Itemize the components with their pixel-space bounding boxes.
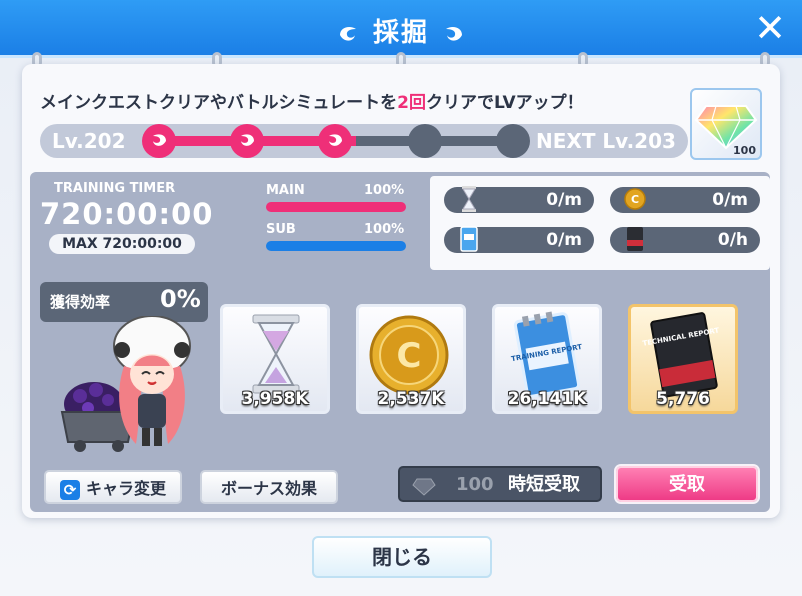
- change-character-label: キャラ変更: [85, 479, 166, 498]
- resource-card-coin[interactable]: C 2,537K: [356, 304, 466, 414]
- timer-max: MAX 720:00:00: [49, 234, 195, 254]
- mission-highlight: 2回: [397, 93, 427, 113]
- rate-hourglass: 0/m: [444, 186, 594, 213]
- bonus-effect-label: ボーナス効果: [220, 479, 317, 498]
- resource-qty-training-report: 26,141K: [507, 389, 587, 409]
- wing-left-icon: [339, 26, 356, 41]
- gauge-sub-percent: 100%: [364, 222, 405, 237]
- header-bar: 採掘 ✕: [0, 0, 802, 58]
- timer-value: 720:00:00: [40, 197, 214, 231]
- timer-label: TRAINING TIMER: [54, 181, 176, 196]
- time-skip-button[interactable]: 100 時短受取: [398, 466, 602, 502]
- gauge-main-percent: 100%: [364, 183, 405, 198]
- mission-text-after: クリアでLVアップ！: [426, 93, 584, 113]
- character-mining-illustration: [60, 316, 191, 452]
- rate-technical-report-value: 0/h: [717, 230, 748, 250]
- bonus-effect-button[interactable]: ボーナス効果: [200, 470, 338, 504]
- sync-icon: ⟳: [59, 479, 80, 500]
- wing-right-icon: [446, 26, 463, 41]
- technical-report-icon: TECHNICAL REPORT: [642, 312, 720, 398]
- efficiency-value: 0%: [160, 285, 201, 313]
- current-level: Lv.202: [52, 129, 126, 153]
- hourglass-icon: [252, 314, 300, 394]
- page-title: 採掘: [372, 18, 429, 48]
- mission-text: メインクエストクリアやバトルシミュレートを2回クリアでLVアップ！: [40, 88, 584, 113]
- rate-technical-report: 0/h: [610, 227, 760, 253]
- resource-card-training-report[interactable]: TRAINING REPORT 26,141K: [492, 304, 602, 414]
- resource-card-technical-report[interactable]: TECHNICAL REPORT 5,776: [628, 304, 738, 414]
- wing-icon: [329, 134, 342, 146]
- mission-text-before: メインクエストクリアやバトルシミュレートを: [40, 93, 398, 113]
- close-icon[interactable]: ✕: [750, 9, 790, 50]
- svg-text:C: C: [397, 336, 422, 376]
- receive-label: 受取: [669, 474, 705, 495]
- resource-qty-coin: 2,537K: [377, 389, 445, 409]
- rate-training-report-value: 0/m: [546, 230, 582, 250]
- level-step-node: [496, 124, 530, 158]
- time-skip-cost: 100: [456, 474, 494, 495]
- rate-coin-value: 0/m: [712, 190, 748, 210]
- time-skip-label: 時短受取: [508, 474, 580, 495]
- wing-icon: [241, 134, 254, 146]
- level-step-node: [318, 124, 352, 158]
- rainbow-gem-icon: [694, 105, 758, 150]
- level-reward-item[interactable]: 100: [690, 88, 762, 160]
- rate-training-report: 0/m: [444, 226, 594, 253]
- hourglass-icon: [462, 186, 476, 212]
- page-title-wrap: 採掘: [0, 12, 802, 49]
- level-step-node: [230, 124, 264, 158]
- gauge-main-label: MAIN: [266, 183, 305, 198]
- next-level: NEXT Lv.203: [536, 129, 676, 153]
- gauge-sub-label: SUB: [266, 222, 296, 237]
- rate-hourglass-value: 0/m: [546, 190, 582, 210]
- gauge-sub-bar: [266, 241, 406, 251]
- close-button[interactable]: 閉じる: [312, 536, 492, 578]
- gem-icon: [412, 478, 436, 496]
- resource-card-hourglass[interactable]: 3,958K: [220, 304, 330, 414]
- resource-qty-hourglass: 3,958K: [241, 389, 309, 409]
- level-step-node: [408, 124, 442, 158]
- coin-icon: C: [624, 188, 646, 210]
- coin-icon: C: [369, 315, 449, 395]
- wing-icon: [153, 134, 166, 146]
- receive-button[interactable]: 受取: [616, 466, 758, 502]
- close-button-label: 閉じる: [372, 545, 432, 569]
- training-report-icon: [460, 226, 478, 252]
- svg-text:C: C: [631, 193, 639, 206]
- technical-report-icon: [627, 227, 643, 251]
- resource-qty-technical-report: 5,776: [656, 389, 710, 409]
- gauge-main-bar: [266, 202, 406, 212]
- efficiency-label: 獲得効率: [50, 293, 111, 311]
- rate-coin: C 0/m: [610, 187, 760, 213]
- level-step-node: [142, 124, 176, 158]
- training-report-icon: TRAINING REPORT: [511, 311, 583, 398]
- change-character-button[interactable]: ⟳ キャラ変更: [44, 470, 182, 504]
- reward-count: 100: [733, 144, 756, 157]
